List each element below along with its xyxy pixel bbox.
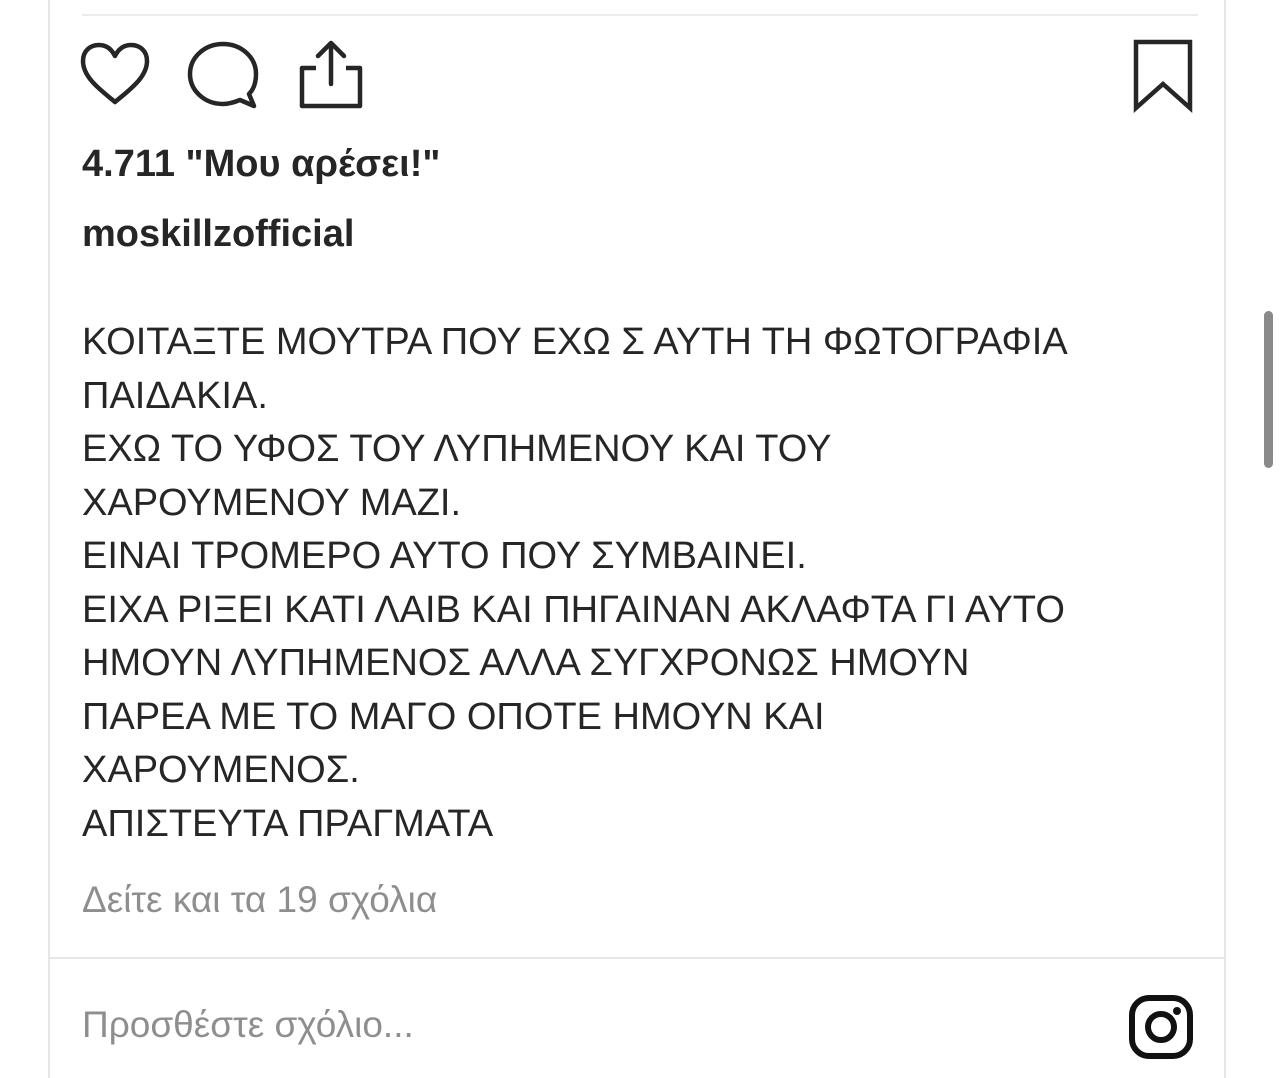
view-all-comments-link[interactable]: Δείτε και τα 19 σχόλια <box>82 878 437 922</box>
instagram-logo-icon[interactable] <box>1128 994 1194 1060</box>
add-comment-input[interactable] <box>82 998 1082 1052</box>
caption-line: ΕΧΩ ΤΟ ΥΦΟΣ ΤΟΥ ΛΥΠΗΜΕΝΟΥ ΚΑΙ ΤΟΥ <box>82 428 832 470</box>
heart-icon[interactable] <box>80 42 150 106</box>
share-upload-icon[interactable] <box>296 38 366 110</box>
caption-line: ΠΑΡΕΑ ΜΕ ΤΟ ΜΑΓΟ ΟΠΟΤΕ ΗΜΟΥΝ ΚΑΙ <box>82 695 825 738</box>
caption-line: ΠΑΙΔΑΚΙΑ. <box>82 374 268 417</box>
like-count[interactable]: 4.711 "Μου αρέσει!" <box>82 142 440 186</box>
post-caption: ΚΟΙΤΑΞΤΕ ΜΟΥΤΡΑ ΠΟΥ ΕΧΩ Σ ΑΥΤΗ ΤΗ ΦΩΤΟΓΡ… <box>82 316 1182 851</box>
caption-line: ΧΑΡΟΥΜΕΝΟΥ ΜΑΖΙ. <box>82 481 462 524</box>
post-card: 4.711 "Μου αρέσει!" moskillzofficial ΚΟΙ… <box>48 0 1226 1078</box>
caption-line: ΕΙΝΑΙ ΤΡΟΜΕΡΟ ΑΥΤΟ ΠΟΥ ΣΥΜΒΑΙΝΕΙ. <box>82 535 807 577</box>
comment-divider <box>50 957 1224 959</box>
caption-line: ΚΟΙΤΑΞΤΕ ΜΟΥΤΡΑ ΠΟΥ ΕΧΩ Σ ΑΥΤΗ ΤΗ ΦΩΤΟΓΡ… <box>82 321 1068 363</box>
comment-bubble-icon[interactable] <box>186 40 262 110</box>
caption-line: ΧΑΡΟΥΜΕΝΟΣ. <box>82 749 360 791</box>
bookmark-icon[interactable] <box>1130 38 1196 114</box>
top-divider <box>82 14 1198 16</box>
post-username[interactable]: moskillzofficial <box>82 212 354 256</box>
scrollbar[interactable] <box>1264 311 1273 468</box>
caption-line: ΗΜΟΥΝ ΛΥΠΗΜΕΝΟΣ ΑΛΛΑ ΣΥΓΧΡΟΝΩΣ ΗΜΟΥΝ <box>82 642 970 684</box>
caption-line: ΕΙΧΑ ΡΙΞΕΙ ΚΑΤΙ ΛΑΙΒ ΚΑΙ ΠΗΓΑΙΝΑΝ ΑΚΛΑΦΤ… <box>82 588 1065 631</box>
caption-line: ΑΠΙΣΤΕΥΤΑ ΠΡΑΓΜΑΤΑ <box>82 802 494 845</box>
